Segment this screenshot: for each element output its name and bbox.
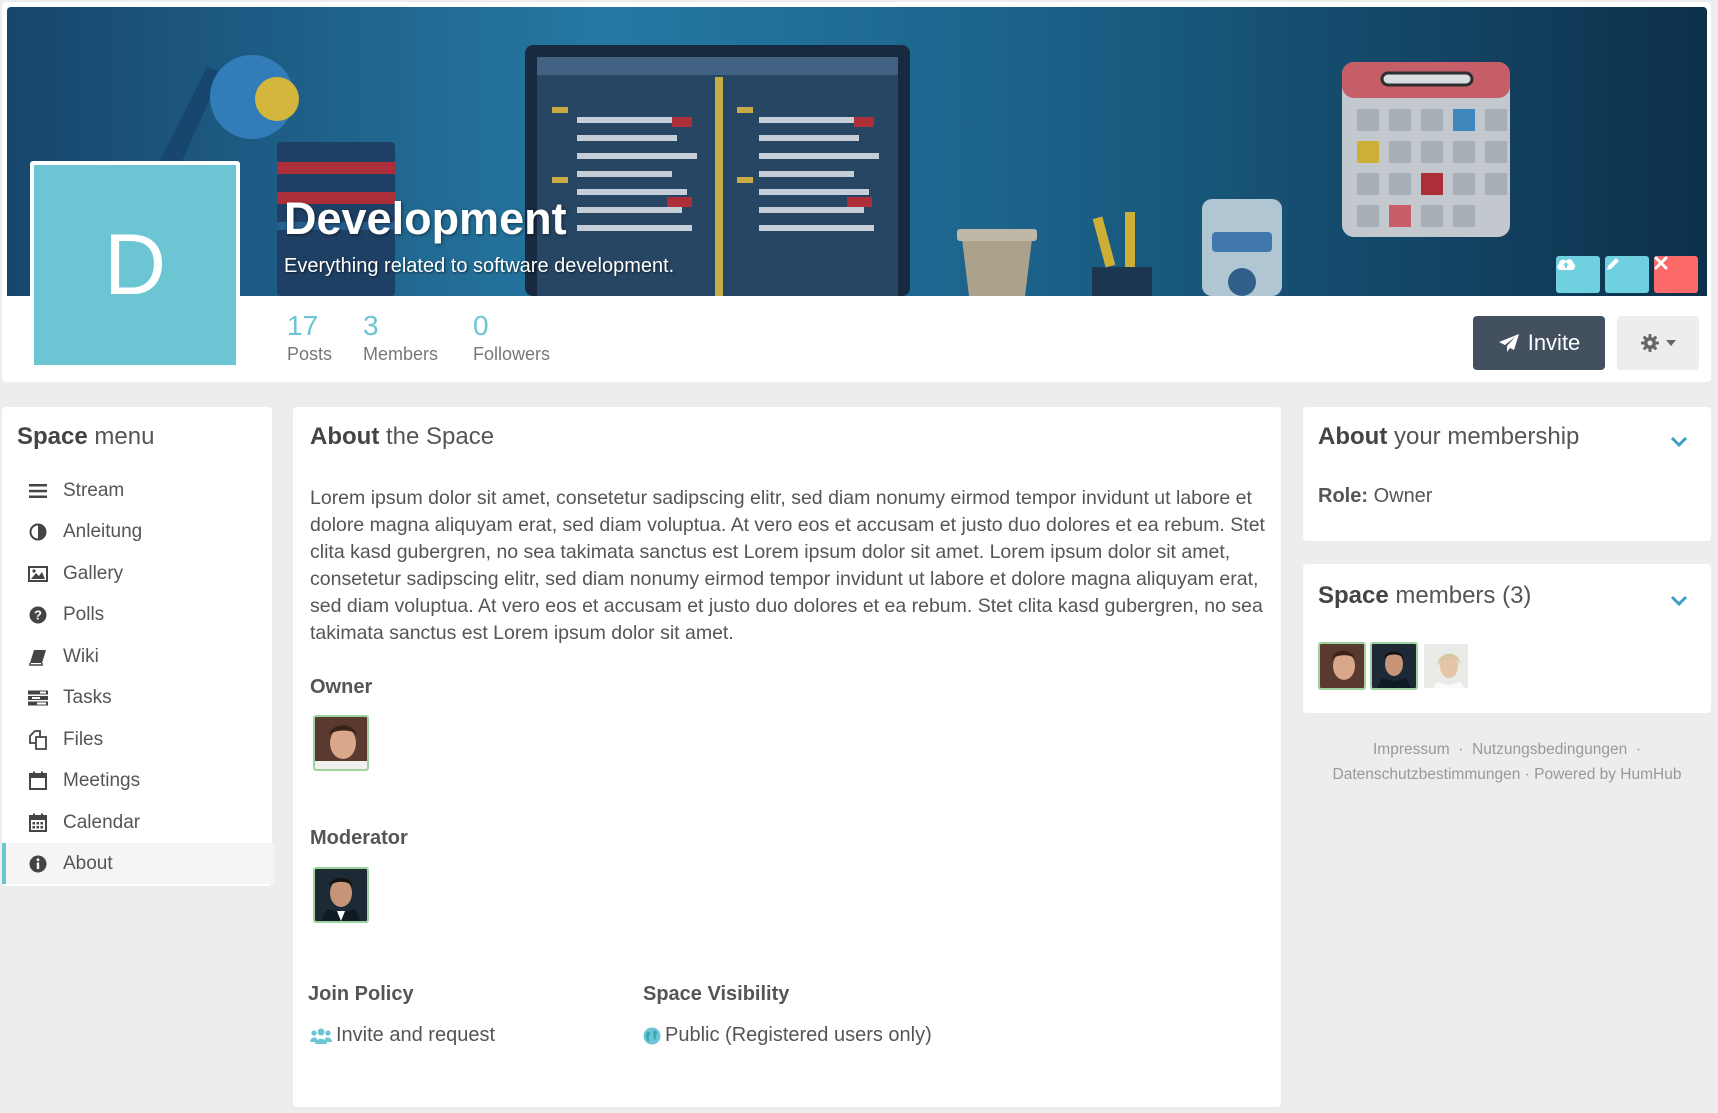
globe-icon — [643, 1027, 661, 1044]
join-policy-value: Invite and request — [310, 1024, 495, 1047]
space-settings-button[interactable] — [1617, 316, 1699, 370]
menu-item-polls[interactable]: ? Polls — [2, 594, 270, 635]
menu-item-label: Anleitung — [63, 520, 143, 542]
about-space-panel: About the Space Lorem ipsum dolor sit am… — [293, 407, 1281, 1107]
member-photo — [1320, 644, 1364, 688]
about-description: Lorem ipsum dolor sit amet, consetetur s… — [310, 487, 1265, 644]
menu-item-about[interactable]: About — [2, 843, 274, 884]
moderator-photo — [315, 869, 367, 921]
question-circle-icon: ? — [27, 604, 49, 626]
menu-item-stream[interactable]: Stream — [2, 470, 270, 511]
space-avatar-letter: D — [103, 216, 167, 313]
nutzungsbedingungen-link[interactable]: Nutzungsbedingungen — [1472, 741, 1627, 758]
adjust-icon — [27, 521, 49, 543]
invite-button-label: Invite — [1527, 330, 1581, 355]
moderator-avatar[interactable] — [313, 867, 369, 923]
menu-item-tasks[interactable]: Tasks — [2, 677, 270, 718]
stat-followers-value: 0 — [473, 310, 489, 341]
space-visibility-label: Space Visibility — [643, 983, 790, 1005]
tasks-icon — [27, 687, 49, 709]
invite-button[interactable]: Invite — [1473, 316, 1605, 370]
space-visibility-text: Public (Registered users only) — [665, 1024, 932, 1046]
space-menu-panel: Space menu Stream Anleitung Gallery ? Po… — [2, 407, 274, 886]
menu-item-label: About — [63, 852, 113, 874]
stat-posts-value: 17 — [287, 310, 319, 341]
menu-item-files[interactable]: Files — [2, 719, 270, 760]
menu-item-label: Gallery — [63, 562, 124, 584]
menu-item-label: Polls — [63, 603, 105, 625]
moderator-label: Moderator — [310, 827, 408, 849]
powered-by-humhub-link[interactable]: Powered by HumHub — [1534, 766, 1681, 783]
menu-item-label: Calendar — [63, 811, 141, 833]
pencil-icon — [1607, 258, 1619, 270]
join-policy-text: Invite and request — [336, 1024, 495, 1046]
cloud-upload-icon — [1557, 259, 1576, 270]
stat-followers-label: Followers — [473, 344, 551, 364]
about-space-title: About the Space — [310, 423, 495, 450]
book-icon — [27, 646, 49, 668]
files-icon — [27, 729, 49, 751]
delete-banner-button[interactable] — [1654, 256, 1698, 293]
caret-down-icon — [1666, 340, 1676, 346]
space-members-title: Space members (3) — [1318, 582, 1532, 609]
menu-item-anleitung[interactable]: Anleitung — [2, 511, 270, 552]
membership-title: About your membership — [1318, 423, 1580, 450]
image-icon — [27, 563, 49, 585]
menu-item-gallery[interactable]: Gallery — [2, 553, 270, 594]
info-circle-icon — [27, 853, 49, 875]
gear-icon — [1641, 334, 1659, 352]
collapse-membership-chevron-down-icon[interactable] — [1669, 435, 1689, 449]
svg-text:?: ? — [34, 607, 42, 622]
space-members-panel: Space members (3) — [1303, 564, 1711, 713]
space-avatar: D — [30, 161, 240, 369]
menu-item-label: Wiki — [63, 645, 99, 667]
datenschutz-link[interactable]: Datenschutzbestimmungen — [1333, 766, 1521, 783]
space-header: Development Everything related to softwa… — [2, 2, 1711, 382]
stat-members-value: 3 — [363, 310, 379, 341]
menu-item-label: Files — [63, 728, 104, 750]
member-avatar[interactable] — [1422, 642, 1470, 690]
space-menu-title: Space menu — [17, 423, 155, 450]
owner-photo — [315, 717, 367, 769]
member-avatar[interactable] — [1370, 642, 1418, 690]
owner-avatar[interactable] — [313, 715, 369, 771]
close-icon — [1654, 256, 1668, 270]
member-avatar[interactable] — [1318, 642, 1366, 690]
banner-illustration — [7, 7, 1707, 296]
membership-panel: About your membership Role: Owner — [1303, 407, 1711, 541]
menu-item-meetings[interactable]: Meetings — [2, 760, 270, 801]
menu-item-calendar[interactable]: Calendar — [2, 802, 270, 843]
bars-icon — [27, 480, 49, 502]
menu-item-wiki[interactable]: Wiki — [2, 636, 270, 677]
owner-label: Owner — [310, 676, 373, 698]
space-title: Development — [284, 193, 567, 244]
menu-item-label: Meetings — [63, 769, 141, 791]
impressum-link[interactable]: Impressum — [1373, 741, 1450, 758]
stat-posts-label: Posts — [287, 344, 333, 364]
collapse-members-chevron-down-icon[interactable] — [1669, 594, 1689, 608]
menu-item-label: Stream — [63, 479, 125, 501]
stat-posts[interactable]: 17 Posts — [287, 310, 332, 366]
footer-links: Impressum · Nutzungsbedingungen · Datens… — [1332, 741, 1682, 783]
stat-members[interactable]: 3 Members — [363, 310, 438, 366]
space-visibility-value: Public (Registered users only) — [643, 1024, 932, 1047]
upload-banner-button[interactable] — [1556, 256, 1600, 293]
menu-item-label: Tasks — [63, 686, 112, 708]
calendar-icon — [27, 812, 49, 834]
member-photo — [1372, 644, 1416, 688]
stat-members-label: Members — [363, 344, 439, 364]
edit-banner-button[interactable] — [1605, 256, 1649, 293]
calendar-empty-icon — [27, 770, 49, 792]
member-photo — [1424, 644, 1468, 688]
users-icon — [310, 1028, 332, 1044]
space-description: Everything related to software developme… — [284, 255, 675, 277]
join-policy-label: Join Policy — [308, 983, 414, 1005]
paper-plane-icon — [1498, 334, 1519, 352]
membership-role: Role: Owner — [1318, 485, 1433, 507]
space-banner-image: Development Everything related to softwa… — [7, 7, 1707, 296]
stat-followers[interactable]: 0 Followers — [473, 310, 550, 366]
